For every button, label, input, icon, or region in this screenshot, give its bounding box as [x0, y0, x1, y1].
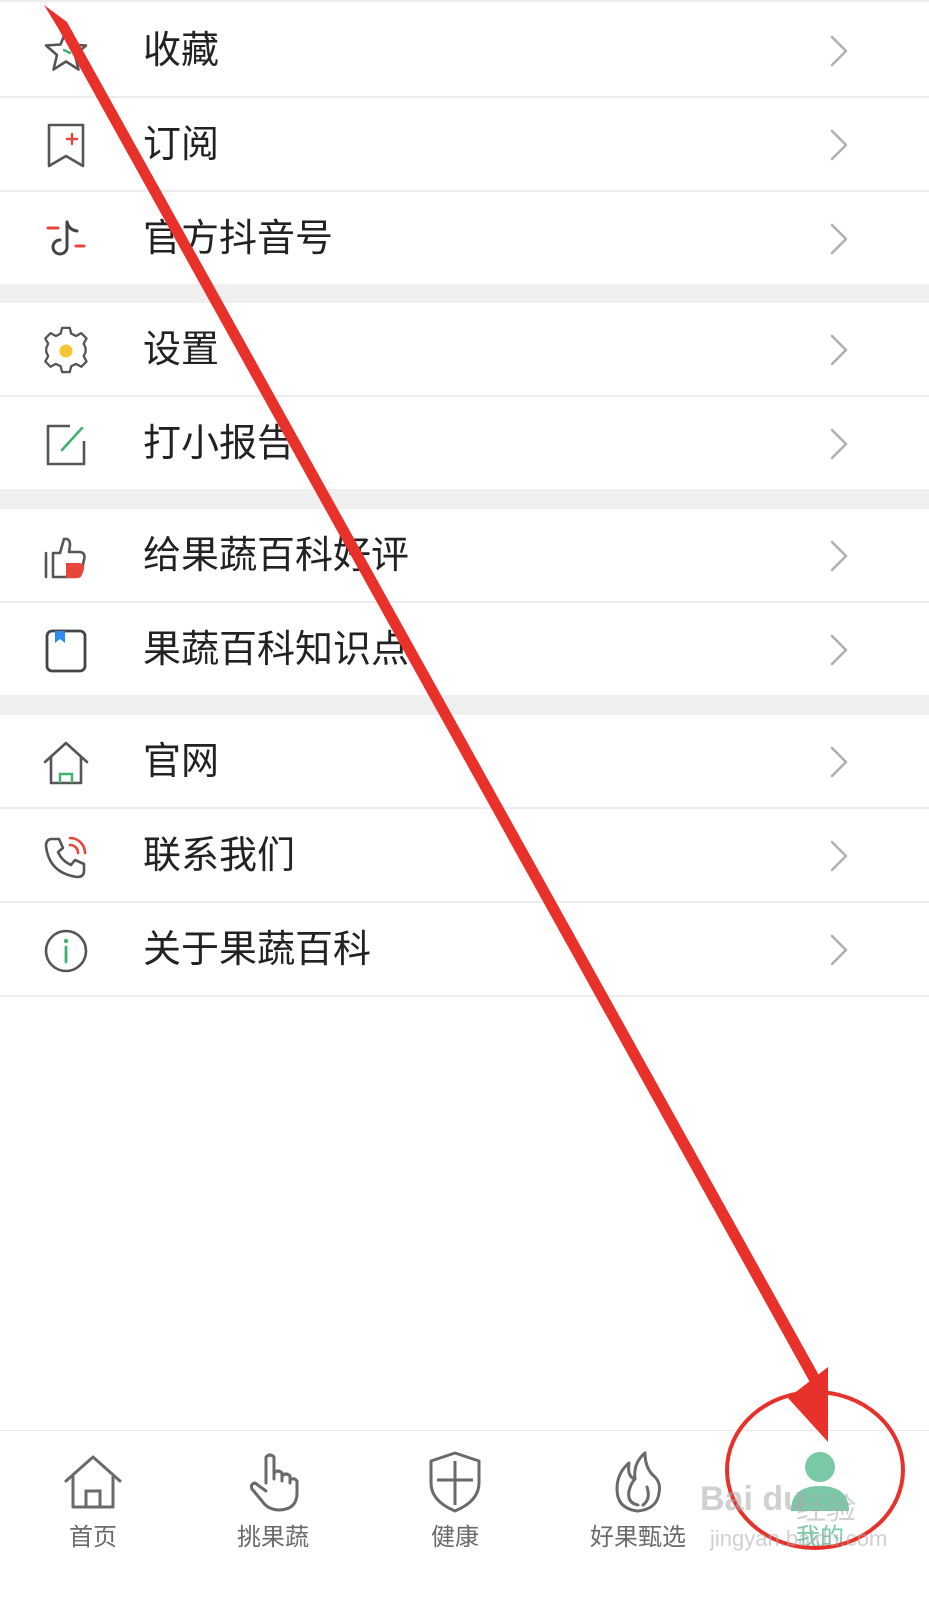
menu-item-label: 收藏 — [143, 28, 220, 72]
menu-item-website[interactable]: 官网 — [0, 715, 929, 807]
phone-icon — [40, 831, 92, 883]
menu-item-rate-app[interactable]: 给果蔬百科好评 — [0, 509, 929, 601]
section-gap — [0, 489, 929, 509]
menu-item-label: 给果蔬百科好评 — [143, 533, 410, 577]
chevron-right-icon — [829, 539, 849, 573]
chevron-right-icon — [829, 427, 849, 461]
divider — [0, 0, 929, 2]
menu-item-subscribe[interactable]: 订阅 — [0, 98, 929, 190]
menu-item-label: 官网 — [143, 739, 220, 783]
bookmark-add-icon — [40, 120, 92, 172]
info-icon — [40, 925, 92, 977]
tab-label: 健康 — [431, 1523, 479, 1551]
star-icon — [40, 26, 92, 78]
tab-label: 首页 — [69, 1523, 117, 1551]
menu-item-favorites[interactable]: 收藏 — [0, 4, 929, 96]
menu-item-label: 关于果蔬百科 — [143, 927, 372, 971]
home-icon — [60, 1449, 126, 1515]
menu-item-label: 订阅 — [143, 122, 220, 166]
watermark-url: jingyan.baidu.com — [710, 1526, 888, 1551]
chevron-right-icon — [829, 933, 849, 967]
knowledge-book-icon — [40, 625, 92, 677]
menu-item-label: 果蔬百科知识点 — [143, 627, 410, 671]
tab-pick-produce[interactable]: 挑果蔬 — [180, 1431, 366, 1601]
section-gap — [0, 695, 929, 715]
chevron-right-icon — [829, 745, 849, 779]
menu-item-knowledge[interactable]: 果蔬百科知识点 — [0, 603, 929, 695]
chevron-right-icon — [829, 222, 849, 256]
menu-item-report[interactable]: 打小报告 — [0, 397, 929, 489]
watermark-sub: 经验 — [796, 1492, 856, 1527]
menu-item-douyin[interactable]: 官方抖音号 — [0, 192, 929, 284]
chevron-right-icon — [829, 839, 849, 873]
shield-icon — [422, 1449, 488, 1515]
tab-label: 挑果蔬 — [237, 1523, 309, 1551]
menu-item-settings[interactable]: 设置 — [0, 303, 929, 395]
menu-item-label: 设置 — [143, 327, 220, 371]
hand-pointer-icon — [240, 1449, 306, 1515]
tab-home[interactable]: 首页 — [0, 1431, 186, 1601]
menu-item-label: 打小报告 — [143, 421, 296, 465]
gear-icon — [40, 325, 92, 377]
menu-item-about[interactable]: 关于果蔬百科 — [0, 903, 929, 995]
baidu-watermark: Bai du 经验 jingyan.baidu.com — [700, 1480, 900, 1570]
home-outline-icon — [40, 737, 92, 789]
menu-item-contact[interactable]: 联系我们 — [0, 809, 929, 901]
flame-icon — [605, 1449, 671, 1515]
chevron-right-icon — [829, 333, 849, 367]
thumbs-up-icon — [40, 531, 92, 583]
menu-item-label: 官方抖音号 — [143, 216, 334, 260]
chevron-right-icon — [829, 128, 849, 162]
watermark-brand: Bai du — [700, 1480, 804, 1518]
tiktok-icon — [40, 214, 92, 266]
edit-note-icon — [40, 419, 92, 471]
divider — [0, 995, 929, 997]
tab-health[interactable]: 健康 — [362, 1431, 548, 1601]
section-gap — [0, 284, 929, 303]
chevron-right-icon — [829, 34, 849, 68]
chevron-right-icon — [829, 633, 849, 667]
menu-item-label: 联系我们 — [143, 833, 296, 877]
